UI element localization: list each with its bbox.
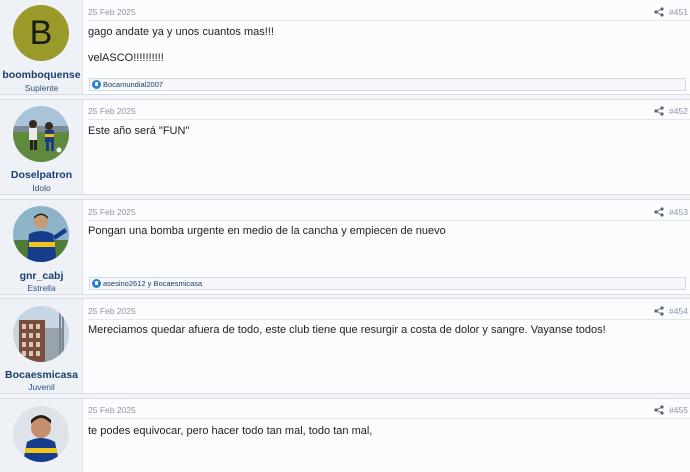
- username[interactable]: gnr_cabj: [0, 270, 83, 282]
- post-text-line: te podes equivocar, pero hacer todo tan …: [88, 425, 373, 437]
- post: Bocaesmicasa Juvenil 25 Feb 2025 #454 Me…: [0, 298, 690, 394]
- avatar-image: [13, 206, 69, 262]
- post-number[interactable]: #454: [669, 306, 688, 316]
- reactions-bar[interactable]: Bocamundial2007: [89, 78, 686, 91]
- user-panel: gnr_cabj Estrella: [0, 200, 83, 294]
- avatar[interactable]: [13, 406, 69, 462]
- post-main: 25 Feb 2025 #454 Mereciamos quedar afuer…: [83, 299, 690, 393]
- share-icon[interactable]: [654, 306, 664, 316]
- post-meta: 25 Feb 2025 #454: [88, 306, 690, 320]
- post-date[interactable]: 25 Feb 2025: [88, 7, 136, 17]
- post-body: Pongan una bomba urgente en medio de la …: [88, 224, 684, 250]
- avatar-image: [13, 406, 69, 462]
- avatar[interactable]: [13, 306, 69, 362]
- post-body: Mereciamos quedar afuera de todo, este c…: [88, 323, 684, 349]
- post: 25 Feb 2025 #455 te podes equivocar, per…: [0, 398, 690, 472]
- post-main: 25 Feb 2025 #451 gago andate ya y unos c…: [83, 0, 690, 94]
- post-text-line: Este año será "FUN": [88, 125, 190, 137]
- share-icon[interactable]: [654, 405, 664, 415]
- user-panel: Bocaesmicasa Juvenil: [0, 299, 83, 393]
- post-text-line: gago andate ya y unos cuantos mas!!!: [88, 26, 274, 38]
- avatar[interactable]: B: [13, 5, 69, 61]
- username[interactable]: Doselpatron: [0, 169, 83, 181]
- reactions-users[interactable]: Bocamundial2007: [103, 80, 163, 89]
- share-icon[interactable]: [654, 106, 664, 116]
- post-meta: 25 Feb 2025 #453: [88, 207, 690, 221]
- post: B boomboquense Suplente 25 Feb 2025 #451…: [0, 0, 690, 95]
- post: Doselpatron Idolo 25 Feb 2025 #452 Este …: [0, 99, 690, 195]
- post-text-line: velASCO!!!!!!!!!!: [88, 52, 164, 64]
- post-number[interactable]: #452: [669, 106, 688, 116]
- post-body: Este año será "FUN": [88, 124, 684, 150]
- post-main: 25 Feb 2025 #452 Este año será "FUN": [83, 100, 690, 194]
- post-text-line: Pongan una bomba urgente en medio de la …: [88, 225, 446, 237]
- post-number[interactable]: #453: [669, 207, 688, 217]
- post-date[interactable]: 25 Feb 2025: [88, 106, 136, 116]
- post-body: gago andate ya y unos cuantos mas!!! vel…: [88, 25, 684, 77]
- avatar-image: [13, 306, 69, 362]
- user-title: Juvenil: [28, 382, 55, 392]
- post-body: te podes equivocar, pero hacer todo tan …: [88, 424, 684, 450]
- user-panel: Doselpatron Idolo: [0, 100, 83, 194]
- post-date[interactable]: 25 Feb 2025: [88, 207, 136, 217]
- user-title: Suplente: [24, 83, 59, 93]
- username[interactable]: Bocaesmicasa: [0, 369, 83, 381]
- post-number[interactable]: #451: [669, 7, 688, 17]
- user-title: Estrella: [27, 283, 56, 293]
- user-panel: B boomboquense Suplente: [0, 0, 83, 94]
- post: gnr_cabj Estrella 25 Feb 2025 #453 Ponga…: [0, 199, 690, 295]
- post-meta: 25 Feb 2025 #452: [88, 106, 690, 120]
- avatar-letter: B: [29, 13, 53, 52]
- post-date[interactable]: 25 Feb 2025: [88, 306, 136, 316]
- share-icon[interactable]: [654, 7, 664, 17]
- avatar[interactable]: [13, 206, 69, 262]
- avatar-image: [13, 106, 69, 162]
- username[interactable]: boomboquense: [0, 69, 83, 81]
- like-reaction-icon: [92, 279, 101, 288]
- post-text-line: Mereciamos quedar afuera de todo, este c…: [88, 324, 606, 336]
- user-title: Idolo: [32, 183, 51, 193]
- user-panel: [0, 399, 83, 472]
- post-number[interactable]: #455: [669, 405, 688, 415]
- reactions-users[interactable]: asesino2612 y Bocaesmicasa: [103, 279, 202, 288]
- avatar[interactable]: [13, 106, 69, 162]
- post-date[interactable]: 25 Feb 2025: [88, 405, 136, 415]
- reactions-bar[interactable]: asesino2612 y Bocaesmicasa: [89, 277, 686, 290]
- post-main: 25 Feb 2025 #455 te podes equivocar, per…: [83, 399, 690, 472]
- share-icon[interactable]: [654, 207, 664, 217]
- like-reaction-icon: [92, 80, 101, 89]
- post-main: 25 Feb 2025 #453 Pongan una bomba urgent…: [83, 200, 690, 294]
- post-meta: 25 Feb 2025 #451: [88, 7, 690, 21]
- post-meta: 25 Feb 2025 #455: [88, 405, 690, 419]
